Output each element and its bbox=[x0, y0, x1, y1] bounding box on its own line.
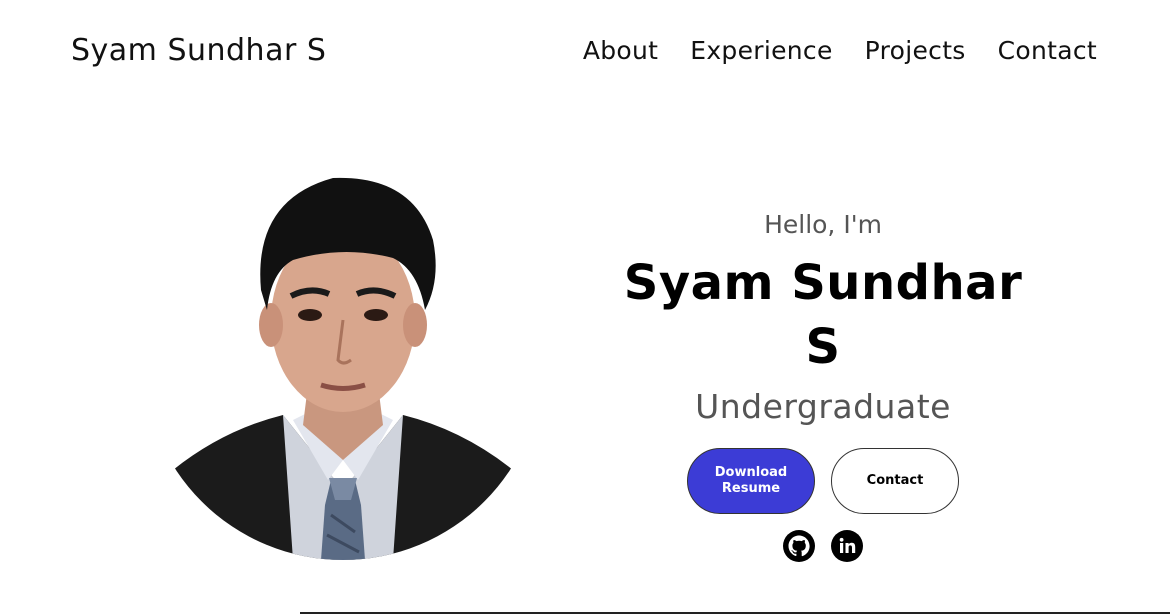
nav-link-projects[interactable]: Projects bbox=[865, 36, 966, 65]
nav-link-contact[interactable]: Contact bbox=[998, 36, 1097, 65]
nav-item-contact: Contact bbox=[998, 32, 1097, 70]
nav-item-experience: Experience bbox=[690, 32, 832, 70]
profile-picture bbox=[143, 160, 543, 560]
nav-link-about[interactable]: About bbox=[583, 36, 658, 65]
brand-name[interactable]: Syam Sundhar S bbox=[71, 30, 326, 72]
top-navigation: Syam Sundhar S About Experience Projects… bbox=[0, 0, 1170, 100]
profile-portrait-illustration bbox=[143, 160, 543, 560]
contact-button[interactable]: Contact bbox=[831, 448, 959, 514]
linkedin-icon[interactable] bbox=[831, 530, 863, 562]
github-icon[interactable] bbox=[783, 530, 815, 562]
nav-item-about: About bbox=[583, 32, 658, 70]
social-links bbox=[600, 530, 1046, 562]
hero-role: Undergraduate bbox=[695, 387, 951, 426]
nav-links: About Experience Projects Contact bbox=[583, 32, 1097, 70]
nav-item-projects: Projects bbox=[865, 32, 966, 70]
hero-name: Syam Sundhar S bbox=[623, 255, 1023, 375]
nav-link-experience[interactable]: Experience bbox=[690, 36, 832, 65]
hero-buttons: Download Resume Contact bbox=[600, 448, 1046, 514]
download-resume-button[interactable]: Download Resume bbox=[687, 448, 815, 514]
hero-greeting: Hello, I'm bbox=[764, 210, 882, 239]
hero-section: Hello, I'm Syam Sundhar S Undergraduate … bbox=[600, 205, 1046, 562]
